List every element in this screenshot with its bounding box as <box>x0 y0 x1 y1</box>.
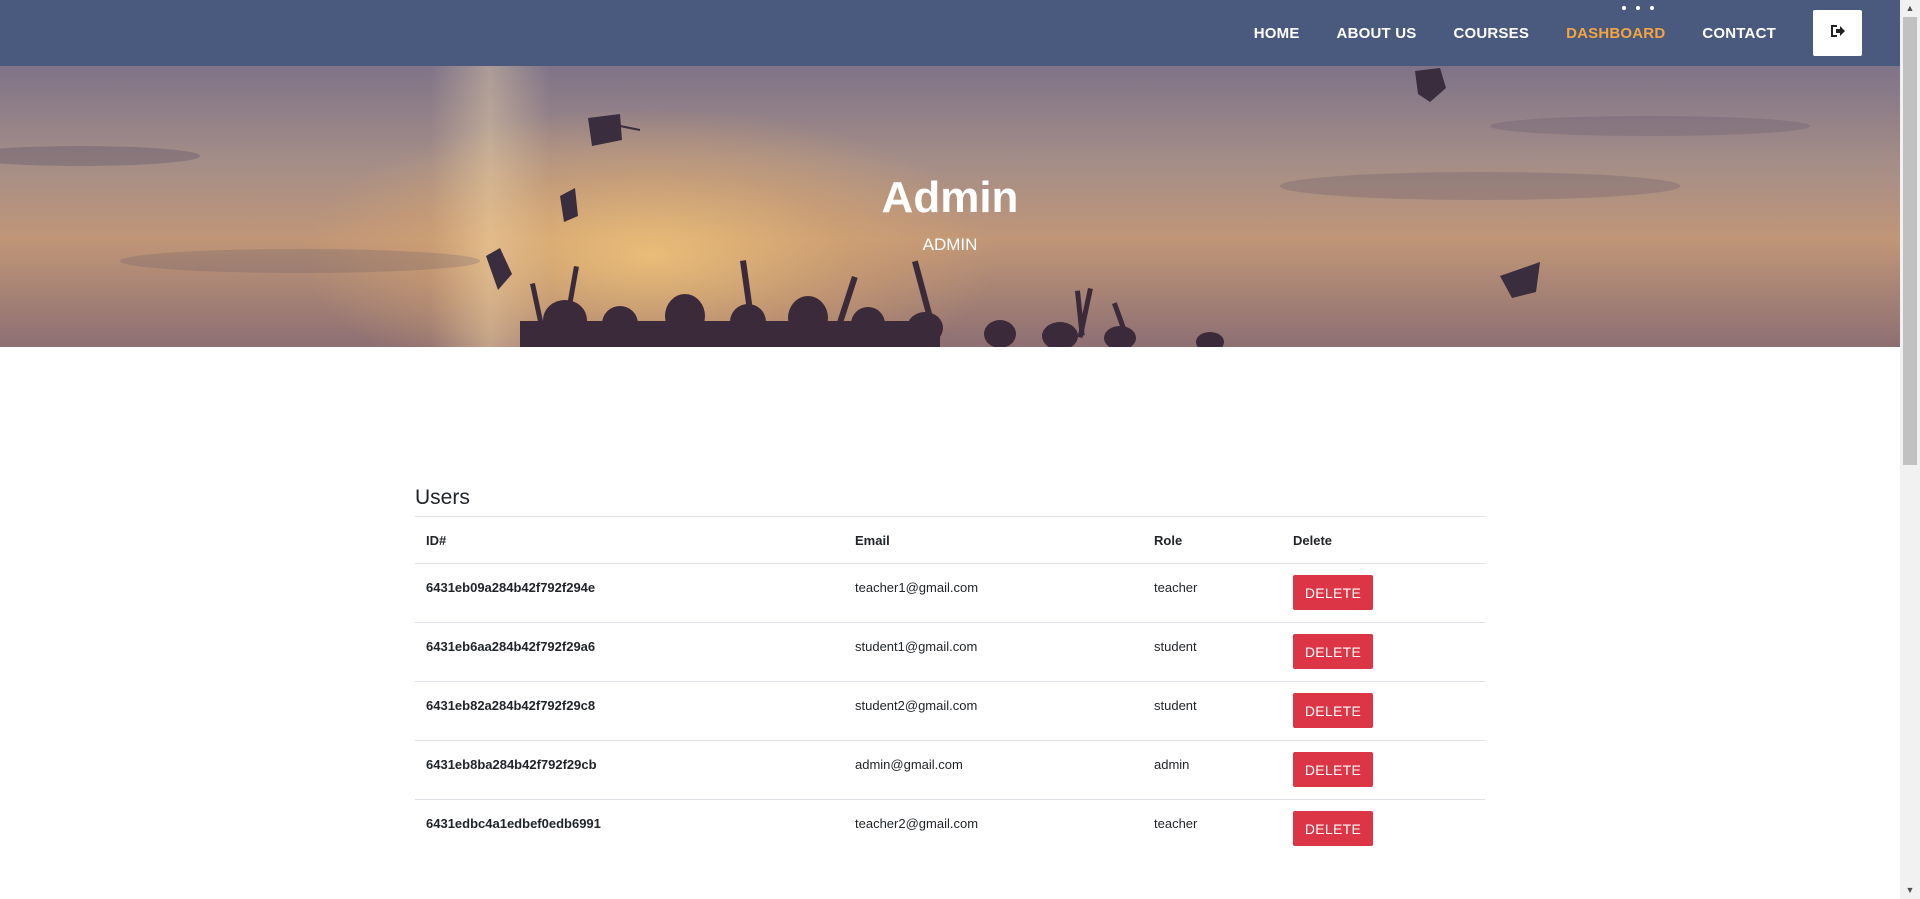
nav-link-courses[interactable]: COURSES <box>1453 25 1529 42</box>
user-role: teacher <box>1154 580 1198 595</box>
user-id: 6431edbc4a1edbef0edb6991 <box>426 816 601 831</box>
scrollbar-thumb[interactable] <box>1903 17 1917 465</box>
column-header-delete: Delete <box>1282 516 1485 564</box>
nav-link-dashboard[interactable]: DASHBOARD <box>1566 25 1665 42</box>
column-header-role: Role <box>1143 516 1282 564</box>
table-header-row: ID# Email Role Delete <box>415 516 1485 564</box>
user-email: teacher1@gmail.com <box>855 580 979 595</box>
user-role: student <box>1154 639 1197 654</box>
table-row: 6431eb8ba284b42f792f29cb admin@gmail.com… <box>415 740 1485 800</box>
hero-banner: Admin ADMIN <box>0 66 1900 347</box>
users-section: Users ID# Email Role Delete 6431eb09a284… <box>415 487 1485 858</box>
table-row: 6431eb09a284b42f792f294e teacher1@gmail.… <box>415 563 1485 623</box>
scroll-down-arrow-icon[interactable]: ▼ <box>1900 882 1920 899</box>
page: HOME ABOUT US COURSES DASHBOARD CONTACT <box>0 0 1900 899</box>
user-id: 6431eb8ba284b42f792f29cb <box>426 757 597 772</box>
table-row: 6431edbc4a1edbef0edb6991 teacher2@gmail.… <box>415 800 1485 859</box>
user-email: student1@gmail.com <box>855 639 978 654</box>
user-role: student <box>1154 698 1197 713</box>
user-email: student2@gmail.com <box>855 698 978 713</box>
delete-user-button[interactable]: DELETE <box>1293 752 1373 787</box>
nav-menu: HOME ABOUT US COURSES DASHBOARD CONTACT <box>1217 0 1862 66</box>
user-email: admin@gmail.com <box>855 757 963 772</box>
user-role: admin <box>1154 757 1190 772</box>
user-id: 6431eb09a284b42f792f294e <box>426 580 596 595</box>
nav-link-about-us[interactable]: ABOUT US <box>1337 25 1417 42</box>
page-subtitle: ADMIN <box>922 235 978 254</box>
delete-user-button[interactable]: DELETE <box>1293 575 1373 610</box>
users-heading: Users <box>415 486 470 509</box>
column-header-id: ID# <box>415 516 844 564</box>
nav-link-contact[interactable]: CONTACT <box>1702 25 1776 42</box>
top-navbar: HOME ABOUT US COURSES DASHBOARD CONTACT <box>0 0 1900 66</box>
sign-out-icon <box>1830 24 1846 43</box>
user-email: teacher2@gmail.com <box>855 816 979 831</box>
delete-user-button[interactable]: DELETE <box>1293 811 1373 846</box>
logout-button[interactable] <box>1813 10 1862 56</box>
delete-user-button[interactable]: DELETE <box>1293 634 1373 669</box>
user-id: 6431eb82a284b42f792f29c8 <box>426 698 596 713</box>
users-table: ID# Email Role Delete 6431eb09a284b42f79… <box>415 516 1485 858</box>
user-role: teacher <box>1154 816 1198 831</box>
column-header-email: Email <box>844 516 1143 564</box>
nav-link-home[interactable]: HOME <box>1254 25 1300 42</box>
vertical-scrollbar[interactable]: ▲ ▼ <box>1900 0 1920 899</box>
table-row: 6431eb82a284b42f792f29c8 student2@gmail.… <box>415 681 1485 741</box>
scroll-up-arrow-icon[interactable]: ▲ <box>1900 0 1920 17</box>
user-id: 6431eb6aa284b42f792f29a6 <box>426 639 596 654</box>
delete-user-button[interactable]: DELETE <box>1293 693 1373 728</box>
page-title: Admin <box>881 173 1019 222</box>
table-row: 6431eb6aa284b42f792f29a6 student1@gmail.… <box>415 622 1485 682</box>
